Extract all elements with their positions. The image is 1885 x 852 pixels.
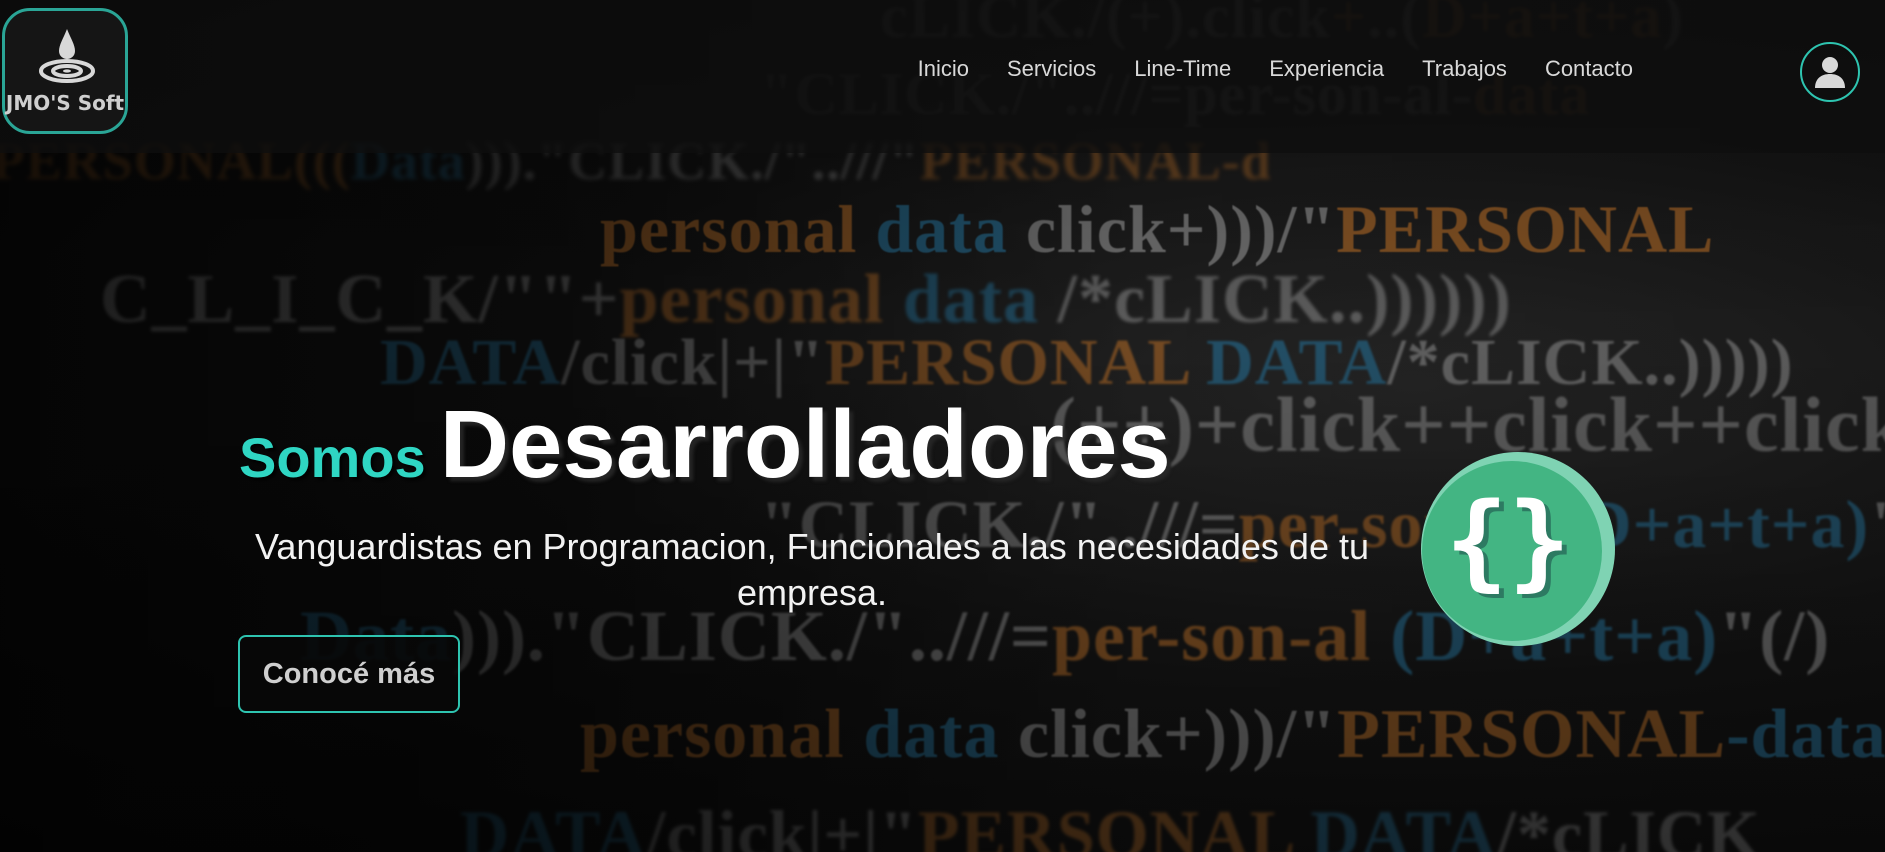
learn-more-button[interactable]: Conocé más [238,635,460,713]
main-nav: Inicio Servicios Line-Time Experiencia T… [918,56,1633,82]
nav-item-experiencia[interactable]: Experiencia [1269,56,1384,82]
site-header: JMO'S Soft Inicio Servicios Line-Time Ex… [0,0,1885,153]
water-drop-logo-icon [39,29,95,83]
logo[interactable]: JMO'S Soft [2,8,128,134]
user-account-button[interactable] [1800,42,1860,102]
hero-title-main: Desarrolladores [439,391,1171,498]
svg-text:{}: {} [1445,480,1570,602]
nav-item-inicio[interactable]: Inicio [918,56,969,82]
nav-item-trabajos[interactable]: Trabajos [1422,56,1507,82]
hero-title-prefix: Somos [239,426,426,489]
hero-subtitle: Vanguardistas en Programacion, Funcional… [254,526,1369,613]
hero-title: Somos Desarrolladores [239,390,1171,500]
logo-text: JMO'S Soft [5,91,125,115]
landing-page: cLICK./(+).click+..(D+a+t+a)"CLICK./"../… [0,0,1885,852]
nav-item-contacto[interactable]: Contacto [1545,56,1633,82]
nav-item-line-time[interactable]: Line-Time [1134,56,1231,82]
curly-braces-icon: {} {} [1421,452,1615,646]
user-icon [1815,57,1845,88]
nav-item-servicios[interactable]: Servicios [1007,56,1096,82]
